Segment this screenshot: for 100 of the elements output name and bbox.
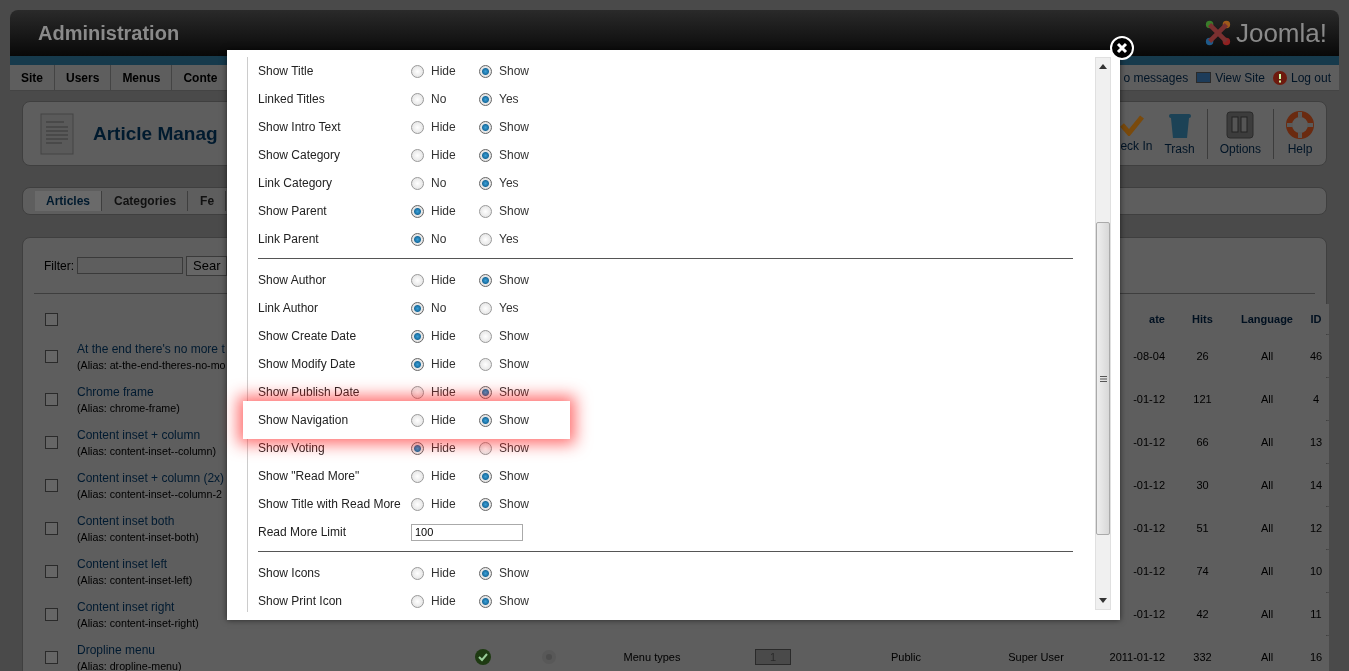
radio-button[interactable]: [479, 92, 492, 106]
radio-button[interactable]: [411, 497, 424, 511]
status-link[interactable]: View Site: [1196, 70, 1265, 85]
toolbar-button[interactable]: Options: [1207, 111, 1273, 156]
table-cell: All: [1260, 565, 1274, 577]
radio-button[interactable]: [479, 148, 492, 162]
search-button[interactable]: Sear: [186, 255, 228, 276]
radio-label: Show: [499, 469, 530, 483]
scroll-down-icon[interactable]: [1099, 598, 1107, 603]
row-checkbox[interactable]: [44, 564, 58, 578]
radio-button[interactable]: [479, 232, 492, 246]
radio-button[interactable]: [411, 64, 424, 78]
article-link[interactable]: Content inset + column: [77, 427, 201, 442]
radio-button[interactable]: [479, 357, 492, 371]
article-link[interactable]: At the end there's no more t: [77, 341, 225, 356]
radio-label: No: [431, 176, 447, 190]
radio-button[interactable]: [411, 594, 424, 608]
toolbar-button[interactable]: Trash: [1152, 111, 1207, 156]
submenu-tab[interactable]: Categories: [103, 191, 189, 211]
radio-button[interactable]: [479, 329, 492, 343]
menu-item[interactable]: Users: [55, 65, 112, 90]
radio-button[interactable]: [411, 92, 424, 106]
table-cell: -01-12: [1133, 393, 1165, 405]
table-cell: 74: [1196, 565, 1209, 577]
article-link[interactable]: Content inset left: [77, 556, 168, 571]
radio-label: Hide: [431, 469, 456, 483]
article-link[interactable]: Content inset both: [77, 513, 175, 528]
article-link[interactable]: Dropline menu: [77, 642, 156, 657]
submenu-tab[interactable]: Fe: [189, 191, 227, 211]
table-cell: 121: [1193, 393, 1212, 405]
row-checkbox[interactable]: [44, 521, 58, 535]
menu-item[interactable]: Menus: [111, 65, 173, 90]
radio-button[interactable]: [479, 385, 492, 399]
radio-button[interactable]: [479, 566, 492, 580]
toolbar-button[interactable]: Help: [1274, 111, 1326, 156]
radio-button[interactable]: [411, 232, 424, 246]
radio-label: Show: [499, 64, 530, 78]
radio-button[interactable]: [411, 148, 424, 162]
option-label: Show Category: [258, 148, 342, 162]
scrollbar[interactable]: [1095, 57, 1111, 610]
article-link[interactable]: Content inset right: [77, 599, 175, 614]
table-cell: -08-04: [1133, 350, 1165, 362]
radio-button[interactable]: [411, 301, 424, 315]
option-label: Show Navigation: [258, 413, 350, 427]
article-link[interactable]: Content inset + column (2x): [77, 470, 225, 485]
input-field[interactable]: 100: [411, 523, 523, 541]
radio-button[interactable]: [479, 301, 492, 315]
table-cell: 332: [1193, 651, 1212, 663]
radio-button[interactable]: [411, 413, 424, 427]
options-icon: [1226, 111, 1255, 139]
toolbar-button[interactable]: eck In: [1120, 114, 1153, 153]
menu-item[interactable]: Site: [10, 65, 55, 90]
radio-label: Hide: [431, 273, 456, 287]
radio-button[interactable]: [411, 385, 424, 399]
status-link[interactable]: o messages: [1123, 70, 1189, 85]
radio-button[interactable]: [479, 413, 492, 427]
select-all-checkbox[interactable]: [44, 312, 58, 326]
article-alias: (Alias: content-inset-right): [77, 616, 199, 629]
table-cell: All: [1260, 350, 1274, 362]
article-link[interactable]: Chrome frame: [77, 384, 154, 399]
radio-label: Hide: [431, 497, 456, 511]
radio-label: Show: [499, 273, 530, 287]
radio-button[interactable]: [411, 469, 424, 483]
radio-button[interactable]: [411, 273, 424, 287]
radio-button[interactable]: [479, 273, 492, 287]
radio-button[interactable]: [411, 329, 424, 343]
radio-button[interactable]: [411, 204, 424, 218]
option-label: Show Modify Date: [258, 357, 357, 371]
radio-label: Hide: [431, 566, 456, 580]
radio-button[interactable]: [411, 441, 424, 455]
radio-button[interactable]: [411, 120, 424, 134]
radio-button[interactable]: [411, 566, 424, 580]
radio-button[interactable]: [411, 357, 424, 371]
row-checkbox[interactable]: [44, 392, 58, 406]
table-cell: Super User: [1008, 651, 1064, 663]
row-checkbox[interactable]: [44, 349, 58, 363]
table-cell: 13: [1309, 436, 1323, 448]
radio-button[interactable]: [479, 176, 492, 190]
filter-field[interactable]: [77, 257, 183, 274]
row-checkbox[interactable]: [44, 607, 58, 621]
option-label: Link Author: [258, 301, 320, 315]
status-link[interactable]: Log out: [1272, 70, 1331, 85]
radio-button[interactable]: [411, 176, 424, 190]
radio-button[interactable]: [479, 441, 492, 455]
scroll-thumb[interactable]: [1096, 222, 1110, 535]
published-icon[interactable]: [475, 649, 491, 665]
table-cell: -01-12: [1133, 436, 1165, 448]
submenu-tab[interactable]: Articles: [35, 191, 103, 211]
radio-label: Hide: [431, 594, 456, 608]
radio-button[interactable]: [479, 469, 492, 483]
row-checkbox[interactable]: [44, 650, 58, 664]
table-cell: 4: [1312, 393, 1320, 405]
row-checkbox[interactable]: [44, 435, 58, 449]
radio-button[interactable]: [479, 204, 492, 218]
radio-button[interactable]: [479, 120, 492, 134]
radio-button[interactable]: [479, 594, 492, 608]
radio-button[interactable]: [479, 64, 492, 78]
radio-button[interactable]: [479, 497, 492, 511]
option-label: Read More Limit: [258, 525, 348, 539]
row-checkbox[interactable]: [44, 478, 58, 492]
